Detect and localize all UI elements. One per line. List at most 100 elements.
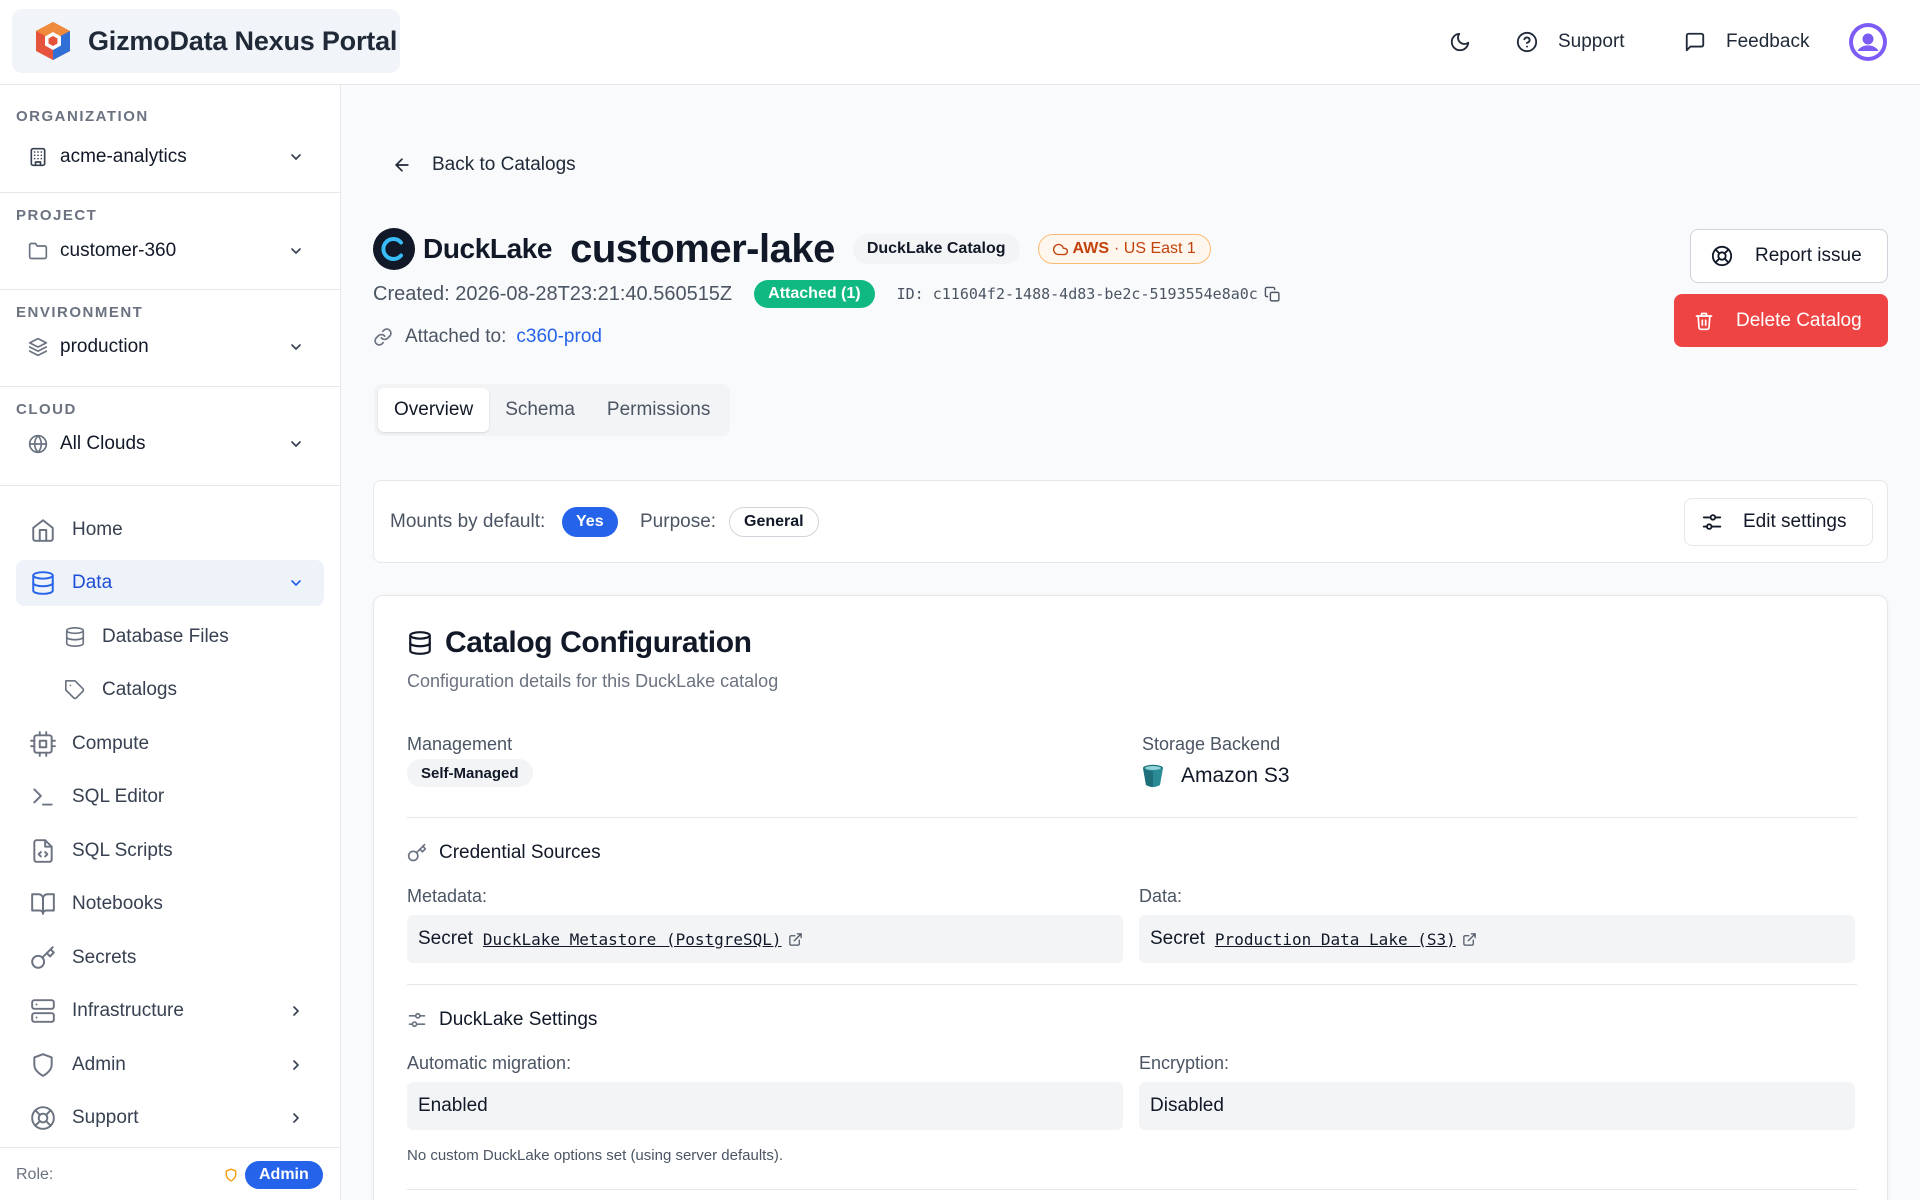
building-icon [30,147,46,167]
delete-catalog-button[interactable]: Delete Catalog [1674,294,1888,347]
nav-item-sql-editor[interactable]: SQL Editor [16,774,324,820]
life-buoy-icon [1711,245,1733,267]
s3-bucket-icon [1143,764,1163,788]
server-icon [31,999,55,1023]
nav-item-label: Infrastructure [72,1000,184,1021]
automatic-migration-box: Enabled [407,1082,1123,1130]
cloud-region: · US East 1 [1114,240,1196,257]
chevron-right-icon [293,1060,299,1070]
credential-sources-title: Credential Sources [407,842,601,864]
nav-item-notebooks[interactable]: Notebooks [16,881,324,927]
nav-item-support[interactable]: Support [16,1095,324,1141]
catalog-id: ID: c11604f2-1488-4d83-be2c-5193554e8a0c [896,285,1258,303]
external-link-icon[interactable] [788,932,803,947]
nav-item-label: Admin [72,1054,126,1075]
edit-settings-button[interactable]: Edit settings [1684,498,1873,546]
catalog-type-badge: DuckLake Catalog [852,234,1020,264]
nav-item-label: Notebooks [72,893,163,914]
feedback-link[interactable]: Feedback [1684,22,1809,62]
database-icon [32,571,54,595]
nav-item-label: Data [72,572,113,593]
attached-to-row: Attached to: c360-prod [373,322,602,352]
tab-bar: Overview Schema Permissions [374,384,731,436]
nav-item-data[interactable]: Data [16,560,324,606]
nav-item-admin[interactable]: Admin [16,1042,324,1088]
config-subtitle: Configuration details for this DuckLake … [407,671,779,691]
file-code-icon [33,839,53,863]
data-secret-box: Secret Production Data Lake (S3) [1139,915,1855,963]
tab-permissions[interactable]: Permissions [591,388,726,432]
support-link[interactable]: Support [1516,22,1625,62]
environment-section: ENVIRONMENT production [0,290,340,387]
edit-settings-label: Edit settings [1743,511,1847,532]
cloud-label: CLOUD [16,401,77,418]
divider [407,817,1857,818]
terminal-icon [33,788,53,806]
nav-item-label: Database Files [102,626,229,647]
back-label: Back to Catalogs [432,154,576,175]
theme-toggle-button[interactable] [1440,22,1480,62]
attached-to-label: Attached to: [405,326,507,347]
arrow-left-icon [395,158,409,172]
data-secret-link[interactable]: Production Data Lake (S3) [1215,930,1456,949]
nav-item-sql-scripts[interactable]: SQL Scripts [16,828,324,874]
trash-icon [1695,312,1713,330]
copy-icon[interactable] [1264,286,1281,303]
role-badge: Admin [245,1161,323,1189]
user-avatar[interactable] [1849,23,1887,61]
attached-to-link[interactable]: c360-prod [516,326,602,348]
management-label: Management [407,734,513,754]
nav-item-infrastructure[interactable]: Infrastructure [16,988,324,1034]
key-icon [31,946,55,969]
storage-backend-text: Amazon S3 [1181,764,1290,787]
link-icon [374,328,392,346]
environment-select[interactable]: production [16,327,316,367]
shield-icon [33,1053,53,1077]
role-label: Role: [16,1166,54,1183]
encryption-box: Disabled [1139,1082,1855,1130]
mounts-by-default-label: Mounts by default: [390,511,546,532]
cloud-region-badge: AWS · US East 1 [1037,234,1211,264]
project-select[interactable]: customer-360 [16,231,316,271]
ducklake-logo-icon [373,228,415,270]
nav-item-compute[interactable]: Compute [16,721,324,767]
nav-item-secrets[interactable]: Secrets [16,935,324,981]
storage-backend-value: Amazon S3 [1141,763,1290,789]
external-link-icon[interactable] [1462,932,1477,947]
encryption-label: Encryption: [1139,1053,1230,1073]
nav-item-home[interactable]: Home [16,507,324,553]
help-circle-icon [1516,31,1538,53]
tag-icon [65,680,85,700]
metadata-secret-link[interactable]: DuckLake Metastore (PostgreSQL) [483,930,782,949]
metadata-secret-box: Secret DuckLake Metastore (PostgreSQL) [407,915,1123,963]
back-to-catalogs-link[interactable]: Back to Catalogs [392,150,576,180]
brand[interactable]: GizmoData Nexus Portal [12,9,400,73]
report-issue-button[interactable]: Report issue [1690,229,1888,283]
nav-item-label: Compute [72,733,150,754]
home-icon [32,519,54,542]
mounts-by-default-badge: Yes [562,507,618,537]
organization-select[interactable]: acme-analytics [16,137,316,177]
sliders-icon [1702,514,1722,530]
catalog-settings-bar: Mounts by default: Yes Purpose: General … [373,480,1888,563]
tab-overview[interactable]: Overview [378,388,490,432]
nav-item-database-files[interactable]: Database Files [16,614,324,660]
chevron-right-icon [293,1006,299,1016]
metadata-secret-word: Secret [418,928,473,949]
chevron-down-icon [291,580,301,586]
chevron-down-icon [291,154,301,160]
automatic-migration-value: Enabled [418,1095,488,1116]
sidebar: ORGANIZATION acme-analytics PROJECT cust… [0,85,341,1200]
config-title: Catalog Configuration [407,626,752,660]
user-icon [1853,27,1883,57]
config-title-text: Catalog Configuration [445,626,752,659]
metadata-label: Metadata: [407,886,488,906]
nav-item-catalogs[interactable]: Catalogs [16,667,324,713]
cpu-icon [30,731,56,757]
ducklake-settings-text: DuckLake Settings [439,1009,598,1030]
project-section: PROJECT customer-360 [0,193,340,290]
cloud-select[interactable]: All Clouds [16,424,316,464]
data-secret-word: Secret [1150,928,1205,949]
tab-schema[interactable]: Schema [489,388,591,432]
cloud-provider: AWS [1072,240,1109,257]
